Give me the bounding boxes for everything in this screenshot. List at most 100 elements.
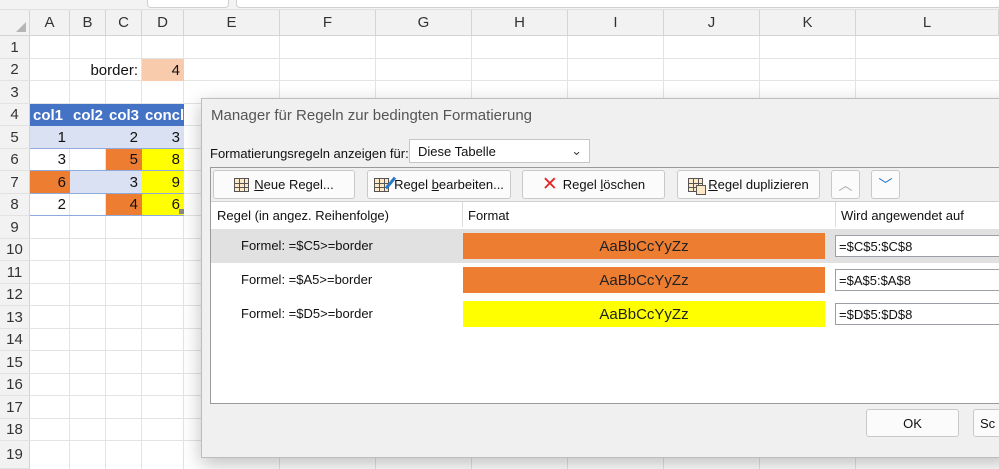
row-header-13[interactable]: 13 [0, 306, 30, 329]
new-rule-label: eue Regel... [263, 177, 334, 192]
cell-d2-border-value[interactable]: 4 [142, 59, 184, 81]
move-up-button[interactable]: ︿ [831, 170, 860, 199]
column-header-e[interactable]: E [184, 10, 280, 36]
column-header-h[interactable]: H [472, 10, 568, 36]
row-header-6[interactable]: 6 [0, 149, 30, 171]
edit-rule-icon [374, 177, 390, 192]
table-resize-handle[interactable] [179, 209, 184, 214]
column-divider [462, 202, 463, 227]
column-header-k[interactable]: K [760, 10, 856, 36]
dialog-title: Manager für Regeln zur bedingten Formati… [211, 107, 533, 124]
column-divider [835, 202, 836, 227]
edit-rule-label: earbeiten... [438, 177, 504, 192]
close-button[interactable]: Sc [973, 409, 999, 437]
table-cell[interactable]: 1 [30, 126, 70, 149]
duplicate-rule-label: egel duplizieren [717, 177, 809, 192]
column-header-j[interactable]: J [664, 10, 760, 36]
row-header-3[interactable]: 3 [0, 81, 30, 104]
row-header-17[interactable]: 17 [0, 396, 30, 419]
chevron-down-icon: ﹀ [878, 176, 893, 193]
table-header-concl[interactable]: concl [142, 104, 184, 126]
rule-row[interactable]: Formel: =$A5>=border AaBbCcYyZz =$A$5:$A… [211, 263, 999, 297]
row-header-2[interactable]: 2 [0, 59, 30, 81]
row-header-15[interactable]: 15 [0, 351, 30, 374]
table-cell[interactable]: 4 [106, 194, 142, 216]
row-header-16[interactable]: 16 [0, 374, 30, 396]
show-rules-value: Diese Tabelle [418, 143, 496, 159]
table-cell[interactable]: 5 [106, 149, 142, 171]
new-rule-button[interactable]: Neue Regel... [213, 170, 355, 199]
edit-rule-button[interactable]: Regel bearbeiten... [367, 170, 511, 199]
ribbon-strip [0, 0, 999, 10]
show-rules-label: Formatierungsregeln anzeigen für: [210, 146, 409, 161]
table-cell[interactable]: 9 [142, 171, 184, 194]
column-header-i[interactable]: I [568, 10, 664, 36]
rules-panel: Neue Regel... Regel bearbeiten... ✕ Rege… [210, 167, 999, 404]
ribbon-tab-fragment [147, 0, 229, 8]
rule-formula: Formel: =$D5>=border [241, 306, 373, 321]
conditional-formatting-dialog: Manager für Regeln zur bedingten Formati… [201, 98, 999, 458]
gridline [141, 36, 142, 469]
rule-row[interactable]: Formel: =$C5>=border AaBbCcYyZz =$C$5:$C… [211, 229, 999, 263]
row-header-7[interactable]: 7 [0, 171, 30, 194]
row-header-5[interactable]: 5 [0, 126, 30, 149]
rule-format-preview: AaBbCcYyZz [463, 267, 825, 293]
table-header-col2[interactable]: col2 [70, 104, 106, 126]
table-cell[interactable] [70, 149, 106, 171]
move-down-button[interactable]: ﹀ [871, 170, 900, 199]
delete-rule-button[interactable]: ✕ Regel löschen [522, 170, 665, 199]
show-rules-dropdown[interactable]: Diese Tabelle ⌄ [409, 139, 590, 163]
row-header-8[interactable]: 8 [0, 194, 30, 216]
duplicate-rule-accesskey: R [708, 177, 718, 192]
table-header-col1[interactable]: col1 [30, 104, 70, 126]
table-cell[interactable]: 3 [142, 126, 184, 149]
table-cell[interactable]: 6 [142, 194, 184, 216]
table-cell[interactable] [70, 194, 106, 216]
column-header-g[interactable]: G [376, 10, 472, 36]
table-cell[interactable] [70, 171, 106, 194]
table-cell[interactable]: 3 [30, 149, 70, 171]
row-header-19[interactable]: 19 [0, 441, 30, 469]
delete-rule-label: öschen [603, 177, 646, 192]
row-header-18[interactable]: 18 [0, 419, 30, 441]
column-header-c[interactable]: C [106, 10, 142, 36]
row-header-9[interactable]: 9 [0, 216, 30, 239]
column-header-l[interactable]: L [856, 10, 999, 36]
row-header-14[interactable]: 14 [0, 329, 30, 351]
rule-applies-to-field[interactable]: =$C$5:$C$8 [835, 235, 999, 257]
ok-button[interactable]: OK [866, 409, 959, 437]
row-header-4[interactable]: 4 [0, 104, 30, 126]
rule-applies-to-field[interactable]: =$A$5:$A$8 [835, 269, 999, 291]
chevron-up-icon: ︿ [838, 176, 853, 193]
column-header-rule: Regel (in angez. Reihenfolge) [217, 208, 389, 223]
row-header-11[interactable]: 11 [0, 261, 30, 284]
table-cell[interactable]: 6 [30, 171, 70, 194]
row-header-1[interactable]: 1 [0, 36, 30, 59]
cell-b2-label[interactable]: border: [70, 59, 142, 81]
gridline [105, 36, 106, 469]
table-cell[interactable]: 2 [30, 194, 70, 216]
row-header-12[interactable]: 12 [0, 284, 30, 306]
column-header-f[interactable]: F [280, 10, 376, 36]
rule-formula: Formel: =$A5>=border [241, 272, 373, 287]
column-header-a[interactable]: A [30, 10, 70, 36]
edit-rule-label-prefix: Regel [394, 177, 432, 192]
row-header-10[interactable]: 10 [0, 239, 30, 261]
column-header-d[interactable]: D [142, 10, 184, 36]
table-cell[interactable] [70, 126, 106, 149]
table-cell[interactable]: 3 [106, 171, 142, 194]
edit-rule-accesskey: b [431, 177, 439, 192]
column-header-format: Format [468, 208, 510, 223]
table-header-col3[interactable]: col3 [106, 104, 142, 126]
rule-formula: Formel: =$C5>=border [241, 238, 373, 253]
duplicate-rule-button[interactable]: Regel duplizieren [677, 170, 820, 199]
table-cell[interactable]: 2 [106, 126, 142, 149]
table-cell[interactable]: 8 [142, 149, 184, 171]
column-header-applies: Wird angewendet auf [841, 208, 964, 223]
rule-applies-to-field[interactable]: =$D$5:$D$8 [835, 303, 999, 325]
rule-format-preview: AaBbCcYyZz [463, 301, 825, 327]
column-header-b[interactable]: B [70, 10, 106, 36]
rule-row[interactable]: Formel: =$D5>=border AaBbCcYyZz =$D$5:$D… [211, 297, 999, 331]
select-all-corner[interactable] [0, 10, 30, 36]
gridline [69, 36, 70, 469]
